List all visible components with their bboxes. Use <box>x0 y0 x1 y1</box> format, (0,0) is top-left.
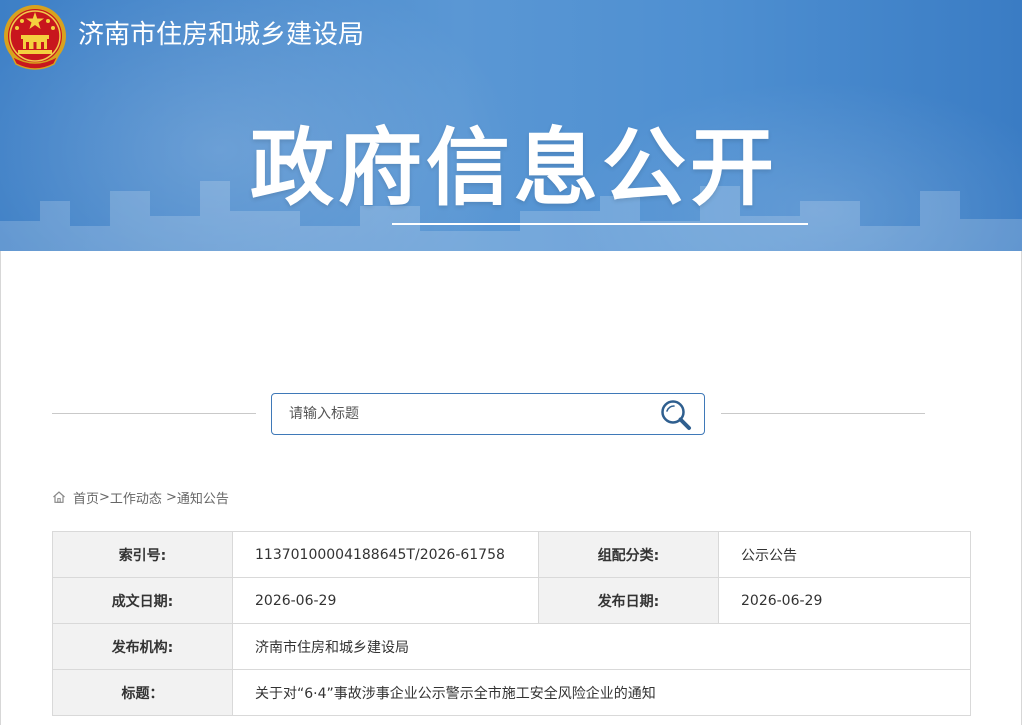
publishing-org-value: 济南市住房和城乡建设局 <box>232 623 971 670</box>
site-name[interactable]: 济南市住房和城乡建设局 <box>78 14 364 51</box>
publishing-org-label: 发布机构: <box>52 623 233 670</box>
search-box <box>271 393 705 435</box>
title-label: 标题： <box>52 669 233 716</box>
published-date-value: 2026-06-29 <box>718 577 971 624</box>
index-number-value: 11370100004188645T/2026-61758 <box>232 531 539 578</box>
banner-title-underline <box>392 223 808 225</box>
header-banner: 济南市住房和城乡建设局 政府信息公开 <box>0 0 1022 251</box>
search-button[interactable] <box>658 398 694 432</box>
breadcrumb-work-news[interactable]: 工作动态 <box>110 488 162 507</box>
breadcrumb-separator: > <box>165 489 177 505</box>
breadcrumb-separator: > <box>99 489 110 505</box>
document-info-table: 索引号: 11370100004188645T/2026-61758 组配分类:… <box>52 531 971 716</box>
search-divider-right <box>721 413 925 414</box>
category-label: 组配分类: <box>538 531 719 578</box>
created-date-value: 2026-06-29 <box>232 577 539 624</box>
national-emblem-icon <box>4 5 66 70</box>
breadcrumb-home[interactable]: 首页 <box>73 488 99 507</box>
search-icon <box>661 400 691 430</box>
search-input[interactable] <box>272 394 642 434</box>
published-date-label: 发布日期: <box>538 577 719 624</box>
created-date-label: 成文日期: <box>52 577 233 624</box>
search-divider-left <box>52 413 256 414</box>
home-icon <box>53 491 65 503</box>
breadcrumb: 首页 > 工作动态 > 通知公告 <box>52 488 229 507</box>
table-row: 发布机构: 济南市住房和城乡建设局 <box>52 623 971 670</box>
category-value: 公示公告 <box>718 531 971 578</box>
title-value: 关于对“6·4”事故涉事企业公示警示全市施工安全风险企业的通知 <box>232 669 971 716</box>
table-row: 索引号: 11370100004188645T/2026-61758 组配分类:… <box>52 531 971 578</box>
table-row: 标题： 关于对“6·4”事故涉事企业公示警示全市施工安全风险企业的通知 <box>52 669 971 716</box>
banner-title: 政府信息公开 <box>250 119 779 217</box>
table-row: 成文日期: 2026-06-29 发布日期: 2026-06-29 <box>52 577 971 624</box>
index-number-label: 索引号: <box>52 531 233 578</box>
breadcrumb-notices[interactable]: 通知公告 <box>177 488 229 507</box>
